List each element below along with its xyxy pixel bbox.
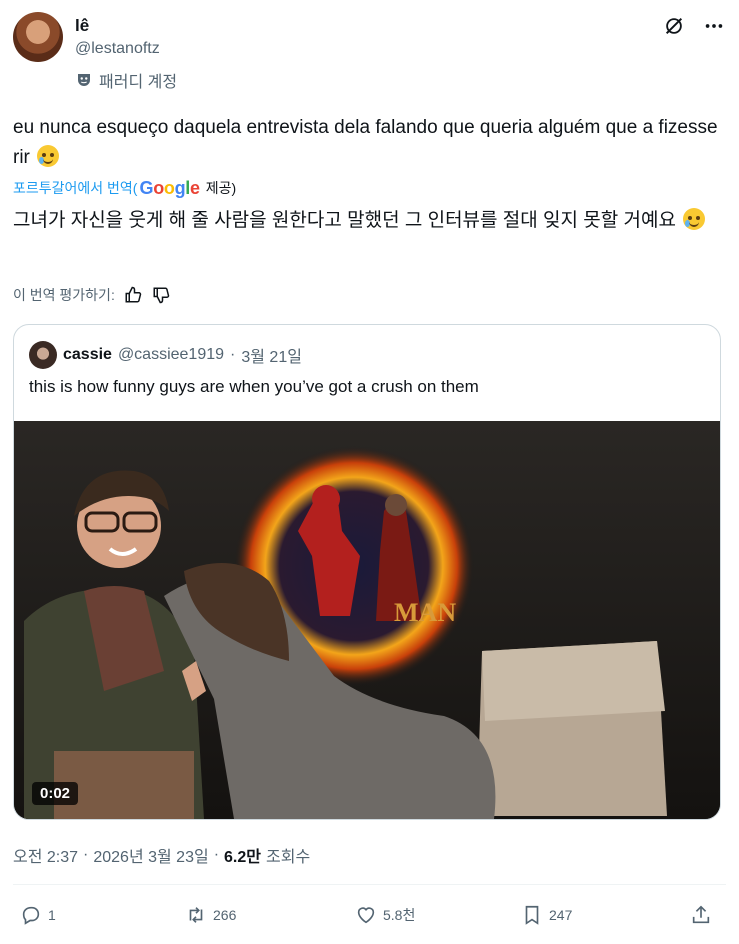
tweet-text-content: eu nunca esqueço daquela entrevista dela… <box>13 117 718 168</box>
like-count: 5.8천 <box>383 907 416 923</box>
reply-icon <box>22 906 40 925</box>
divider <box>13 884 726 885</box>
tweet-time[interactable]: 오전 2:37 <box>13 843 78 867</box>
grok-icon[interactable] <box>662 14 686 38</box>
smiling-tear-emoji-icon <box>683 208 706 230</box>
reply-count: 1 <box>48 907 56 923</box>
parody-label-text: 패러디 계정 <box>99 74 178 91</box>
parody-label: 패러디 계정 <box>75 68 177 92</box>
svg-text:MAN: MAN <box>394 598 456 627</box>
views-label: 조회수 <box>266 849 311 866</box>
share-button[interactable] <box>690 904 712 926</box>
translation-suffix: 제공) <box>205 180 237 196</box>
translation-prefix[interactable]: 포르투갈어에서 번역( <box>13 178 137 198</box>
header-actions <box>662 14 726 38</box>
share-icon <box>692 905 710 924</box>
tweet-meta: 오전 2:37 · 2026년 3월 23일 · 6.2만 조회수 <box>13 843 310 867</box>
like-icon <box>357 907 375 924</box>
quoted-date[interactable]: 3월 21일 <box>241 343 302 367</box>
quoted-tweet[interactable]: cassie @cassiee1919 · 3월 21일 this is how… <box>13 324 721 820</box>
bookmark-icon <box>525 905 539 925</box>
video-frame: MAN <box>14 421 720 819</box>
tweet-text: eu nunca esqueço daquela entrevista dela… <box>13 113 718 173</box>
google-logo-icon: Google <box>139 177 200 198</box>
views-count[interactable]: 6.2만 <box>224 843 261 867</box>
parody-mask-icon <box>78 74 90 86</box>
quoted-separator: · <box>230 346 236 363</box>
tweet-header: lê @lestanoftz 패러디 계정 <box>13 10 726 95</box>
like-button[interactable]: 5.8천 <box>355 904 415 926</box>
tweet-date[interactable]: 2026년 3월 23일 <box>93 843 208 867</box>
tweet-actions: 1 266 5.8천 247 <box>13 900 726 936</box>
smiling-tear-emoji-icon <box>37 145 60 167</box>
translated-text-content: 그녀가 자신을 웃게 해 줄 사람을 원한다고 말했던 그 인터뷰를 절대 잊지… <box>13 210 676 231</box>
thumbs-up-icon[interactable] <box>123 285 143 305</box>
bookmark-count: 247 <box>549 907 573 923</box>
repost-icon <box>189 907 203 923</box>
translation-source[interactable]: 포르투갈어에서 번역( Google 제공) <box>13 175 236 201</box>
rate-translation: 이 번역 평가하기: <box>13 284 171 306</box>
repost-count: 266 <box>213 907 237 923</box>
translated-text: 그녀가 자신을 웃게 해 줄 사람을 원한다고 말했던 그 인터뷰를 절대 잊지… <box>13 205 723 236</box>
meta-separator: · <box>83 846 89 863</box>
quoted-author-handle[interactable]: @cassiee1919 <box>118 346 224 364</box>
thumbs-down-icon[interactable] <box>151 285 171 305</box>
author-display-name[interactable]: lê <box>75 16 89 36</box>
quoted-tweet-header: cassie @cassiee1919 · 3월 21일 <box>29 341 302 369</box>
quoted-author-name[interactable]: cassie <box>63 346 112 364</box>
more-icon[interactable] <box>702 14 726 38</box>
meta-separator: · <box>213 846 220 863</box>
video-player[interactable]: MAN 0:02 <box>14 421 720 819</box>
repost-button[interactable]: 266 <box>185 904 236 926</box>
rate-translation-label: 이 번역 평가하기: <box>13 287 115 303</box>
video-timestamp: 0:02 <box>32 782 79 805</box>
bookmark-button[interactable]: 247 <box>521 904 572 926</box>
quoted-tweet-text: this is how funny guys are when you’ve g… <box>29 377 479 396</box>
author-handle[interactable]: @lestanoftz <box>75 40 160 58</box>
reply-button[interactable]: 1 <box>20 904 56 926</box>
quoted-author-avatar[interactable] <box>29 341 57 369</box>
author-avatar[interactable] <box>13 12 63 62</box>
